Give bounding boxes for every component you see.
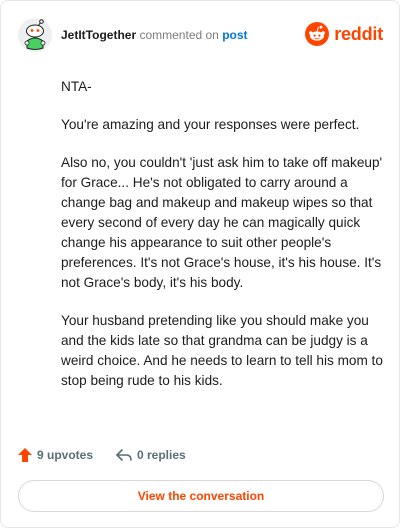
- comment-header: JetItTogether commented on post reddit: [17, 17, 383, 53]
- comment-paragraph: NTA-: [61, 79, 92, 94]
- comment-paragraph: Your husband pretending like you should …: [61, 313, 383, 388]
- upvote-arrow-icon: [18, 448, 32, 462]
- comment-body: NTA- You're amazing and your responses w…: [61, 77, 383, 409]
- post-link[interactable]: post: [222, 28, 247, 42]
- snoo-avatar-icon: [18, 18, 52, 52]
- upvotes-count: 9 upvotes: [37, 448, 94, 462]
- reply-arrow-icon: [116, 449, 132, 461]
- reddit-logo[interactable]: reddit: [305, 22, 383, 46]
- action-text: commented on: [139, 28, 219, 42]
- comment-byline: JetItTogether commented on post: [61, 28, 248, 42]
- comment-paragraph: Also no, you couldn't 'just ask him to t…: [61, 155, 383, 290]
- reddit-logo-icon: [305, 22, 330, 46]
- comment-card: JetItTogether commented on post reddit N…: [0, 0, 400, 528]
- view-conversation-button[interactable]: View the conversation: [18, 480, 384, 512]
- comment-footer: 9 upvotes 0 replies: [17, 445, 383, 465]
- reddit-wordmark: reddit: [334, 23, 383, 44]
- comment-paragraph: You're amazing and your responses were p…: [61, 117, 360, 132]
- replies-stat[interactable]: 0 replies: [115, 445, 186, 465]
- username-link[interactable]: JetItTogether: [61, 28, 136, 42]
- upvotes-stat[interactable]: 9 upvotes: [17, 445, 93, 465]
- replies-count: 0 replies: [137, 448, 186, 462]
- avatar[interactable]: [17, 17, 53, 53]
